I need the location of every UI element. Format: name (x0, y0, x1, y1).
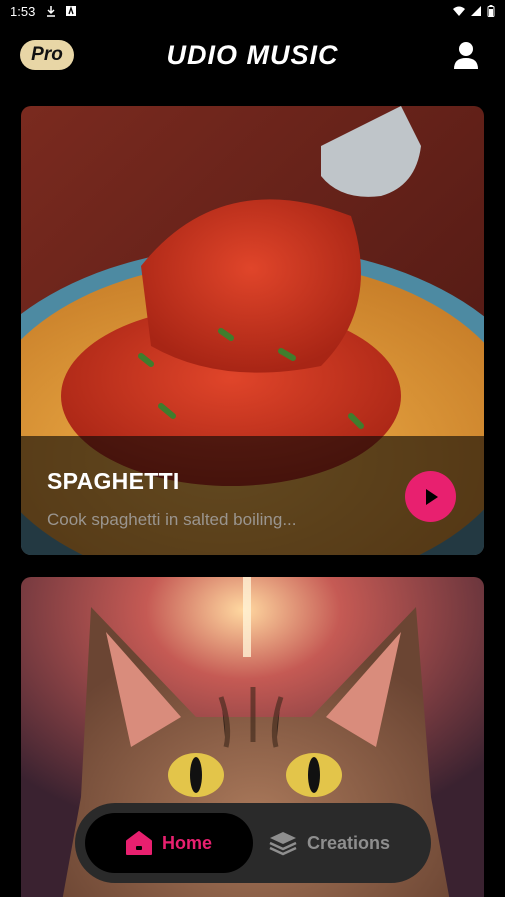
nav-home-label: Home (161, 832, 212, 853)
card-description: Cook spaghetti in salted boiling... (47, 510, 297, 529)
nav-creations-label: Creations (307, 832, 391, 853)
signal-icon (471, 6, 481, 16)
play-icon (425, 488, 438, 505)
download-icon (47, 6, 56, 17)
bottom-navigation: Home Creations (75, 803, 431, 883)
nav-tab-creations[interactable]: Creations (269, 813, 419, 873)
nav-tab-home[interactable]: Home (85, 813, 253, 873)
layers-icon (269, 832, 297, 856)
card-info-overlay: SPAGHETTI Cook spaghetti in salted boili… (21, 436, 484, 555)
a-icon (66, 5, 77, 16)
app-title: UDIO MUSIC (166, 40, 339, 70)
person-icon[interactable] (453, 41, 479, 69)
play-button[interactable] (405, 471, 456, 522)
card-title: SPAGHETTI (47, 468, 180, 494)
status-time: 1:53 (10, 3, 36, 19)
wifi-icon (453, 6, 465, 16)
song-card[interactable]: SPAGHETTI Cook spaghetti in salted boili… (21, 106, 484, 555)
status-bar: 1:53 (0, 0, 505, 22)
home-icon (125, 831, 152, 855)
battery-icon (487, 5, 495, 17)
app-header: Pro UDIO MUSIC (0, 36, 505, 76)
